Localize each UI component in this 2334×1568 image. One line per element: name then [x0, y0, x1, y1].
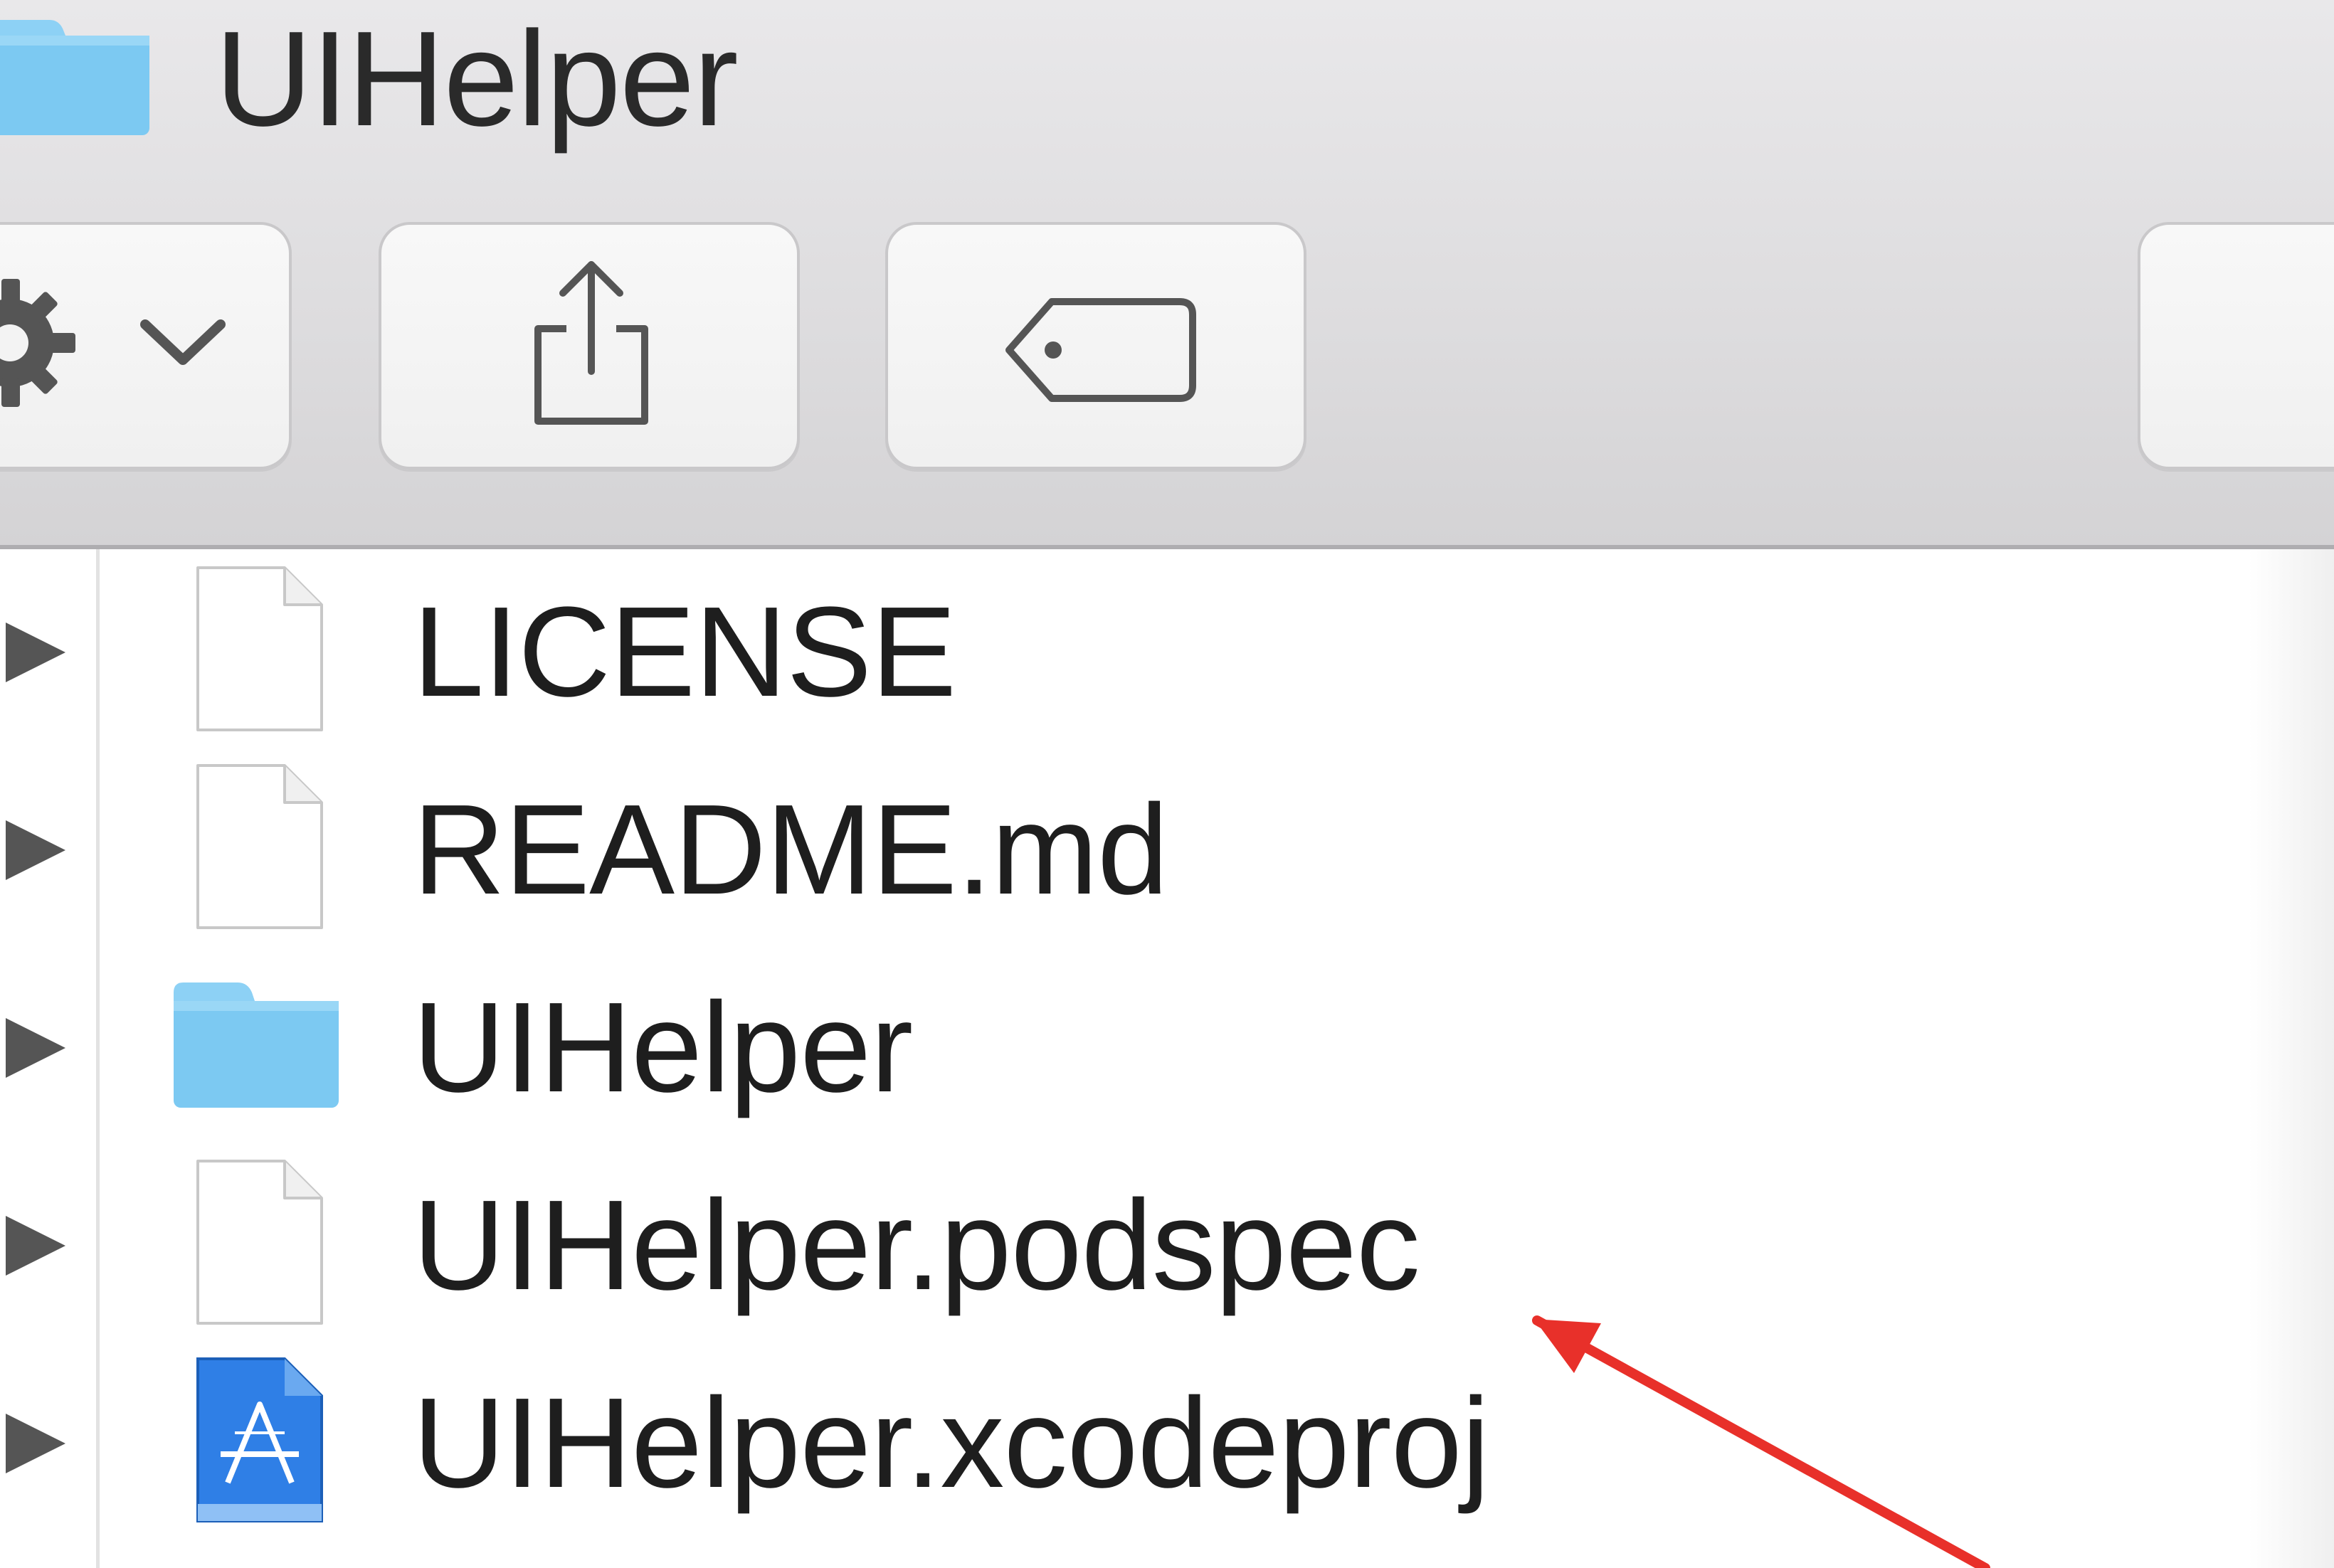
folder-icon [174, 982, 339, 1108]
file-name: UIHelper [413, 976, 913, 1119]
share-icon [534, 261, 648, 425]
annotation-arrow [1532, 1315, 1990, 1568]
tags-button[interactable] [885, 222, 1306, 470]
share-button[interactable] [379, 222, 800, 470]
file-name: UIHelper.xcodeproj [413, 1372, 1490, 1515]
disclosure-triangle-icon [6, 1216, 65, 1276]
window-title: UIHelper [215, 4, 739, 154]
gear-icon [0, 279, 75, 407]
title-toolbar: UIHelper [0, 0, 2334, 549]
chevron-down-icon [140, 319, 226, 365]
tag-icon [1005, 298, 1196, 402]
disclosure-triangle-icon [6, 820, 65, 880]
action-button[interactable] [0, 222, 292, 470]
xcode-project-icon [196, 1357, 323, 1522]
search-button-partial[interactable] [2138, 222, 2334, 470]
document-icon [196, 764, 323, 929]
file-row[interactable]: README.md [0, 747, 2249, 945]
finder-window: UIHelper LICENSE README.md UIHelper UIHe… [0, 0, 2334, 1568]
folder-icon [0, 20, 149, 135]
disclosure-triangle-icon [6, 1018, 65, 1078]
document-icon [196, 566, 323, 731]
disclosure-triangle-icon [6, 1414, 65, 1473]
file-row[interactable]: LICENSE [0, 549, 2249, 747]
file-row[interactable]: UIHelper [0, 945, 2324, 1143]
disclosure-triangle-icon [6, 623, 65, 682]
next-column-edge [2249, 549, 2334, 1568]
document-icon [196, 1160, 323, 1325]
file-name: README.md [413, 778, 1168, 921]
file-name: UIHelper.podspec [413, 1174, 1420, 1317]
file-name: LICENSE [413, 581, 956, 724]
